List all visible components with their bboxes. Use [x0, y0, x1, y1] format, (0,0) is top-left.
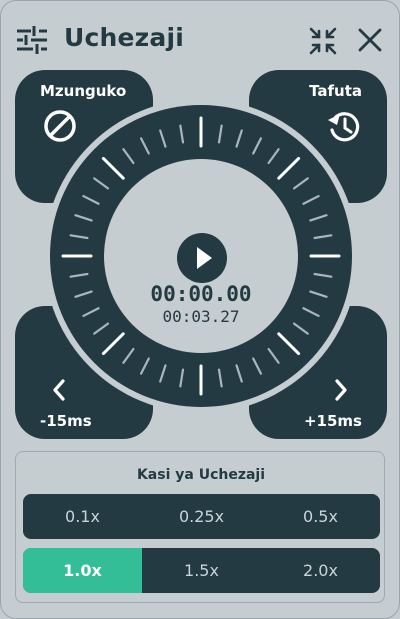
- speed-title: Kasi ya Uchezaji: [136, 467, 266, 483]
- playback-speed-panel: Kasi ya Uchezaji 0.1x 0.25x 0.5x 1.0x 1.…: [15, 451, 385, 603]
- current-time: 00:00.00: [150, 282, 252, 306]
- play-icon: [197, 247, 212, 269]
- duration: 00:03.27: [162, 307, 240, 326]
- sliders-icon[interactable]: [16, 26, 48, 58]
- loop-label: Mzunguko: [40, 82, 127, 100]
- speed-option[interactable]: 0.5x: [261, 494, 380, 539]
- speed-option[interactable]: 0.25x: [142, 494, 261, 539]
- speed-option[interactable]: 2.0x: [261, 548, 380, 593]
- forward-label: +15ms: [303, 412, 362, 430]
- speed-option[interactable]: 0.1x: [23, 494, 142, 539]
- speed-row-2: 1.0x 1.5x 2.0x: [23, 548, 380, 593]
- speed-row-1: 0.1x 0.25x 0.5x: [23, 494, 380, 539]
- page-title: Uchezaji: [64, 23, 185, 52]
- collapse-icon[interactable]: [309, 27, 337, 59]
- speed-option[interactable]: 1.0x: [23, 548, 142, 593]
- header: Uchezaji: [1, 1, 399, 73]
- rewind-label: -15ms: [40, 412, 92, 430]
- close-icon[interactable]: [358, 28, 382, 56]
- seek-label: Tafuta: [309, 82, 362, 100]
- speed-option[interactable]: 1.5x: [142, 548, 261, 593]
- player-window: Uchezaji Mzunguko Tafuta -15ms +15ms 00:…: [0, 0, 400, 619]
- play-button[interactable]: [177, 233, 227, 283]
